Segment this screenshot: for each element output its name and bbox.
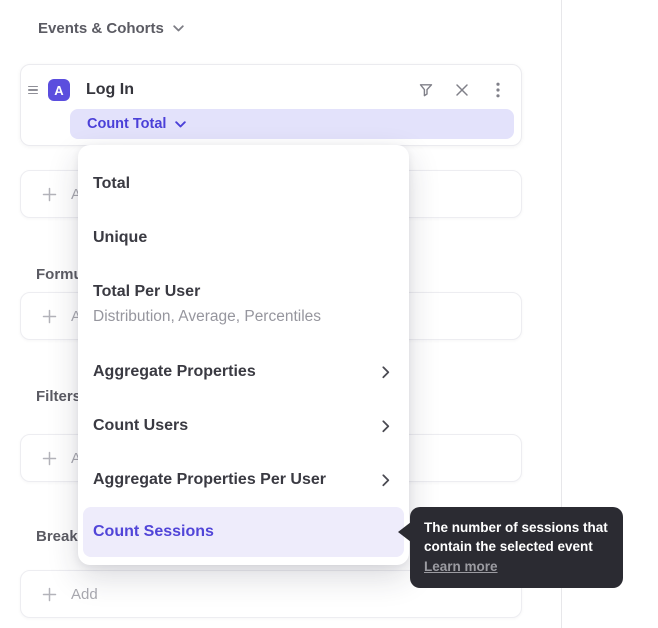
chevron-right-icon	[382, 366, 390, 379]
drag-handle-icon[interactable]	[28, 86, 42, 95]
events-cohorts-title: Events & Cohorts	[38, 20, 164, 37]
menu-item-aggregate-properties-per-user[interactable]: Aggregate Properties Per User	[83, 453, 404, 507]
menu-item-label: Count Users	[93, 417, 188, 435]
filter-icon[interactable]	[417, 81, 435, 99]
chevron-right-icon	[382, 420, 390, 433]
menu-item-total-per-user[interactable]: Total Per User Distribution, Average, Pe…	[83, 265, 404, 345]
plus-icon	[42, 451, 57, 466]
query-builder-panel: Events & Cohorts A Log In Count	[0, 0, 658, 628]
menu-item-count-sessions[interactable]: Count Sessions	[83, 507, 404, 557]
menu-item-total[interactable]: Total	[83, 157, 404, 211]
filters-section-label: Filters	[36, 388, 81, 405]
more-options-icon[interactable]	[489, 81, 507, 99]
chevron-down-icon	[173, 25, 184, 32]
menu-item-label: Total	[93, 175, 130, 193]
remove-event-icon[interactable]	[453, 81, 471, 99]
menu-item-label: Total Per User	[93, 280, 390, 304]
event-name[interactable]: Log In	[86, 81, 417, 99]
chevron-down-icon	[175, 121, 186, 128]
learn-more-link[interactable]: Learn more	[424, 557, 498, 576]
measurement-label: Count Total	[87, 116, 166, 132]
menu-item-label: Unique	[93, 229, 147, 247]
event-letter-badge: A	[48, 79, 70, 101]
add-label: Add	[71, 586, 98, 603]
plus-icon	[42, 587, 57, 602]
measurement-dropdown-menu: Total Unique Total Per User Distribution…	[78, 145, 409, 565]
menu-item-aggregate-properties[interactable]: Aggregate Properties	[83, 345, 404, 399]
chevron-right-icon	[382, 474, 390, 487]
tooltip-arrow	[398, 522, 411, 542]
event-card-row: A Log In	[21, 65, 521, 111]
menu-item-sublabel: Distribution, Average, Percentiles	[93, 304, 390, 330]
event-card: A Log In Count Total	[20, 64, 522, 146]
menu-item-label: Aggregate Properties	[93, 363, 256, 381]
events-cohorts-header[interactable]: Events & Cohorts	[38, 20, 184, 37]
measurement-dropdown-button[interactable]: Count Total	[70, 109, 514, 139]
menu-item-label: Aggregate Properties Per User	[93, 471, 326, 489]
menu-item-count-users[interactable]: Count Users	[83, 399, 404, 453]
tooltip-text: The number of sessions that contain the …	[424, 520, 608, 554]
plus-icon	[42, 187, 57, 202]
menu-item-unique[interactable]: Unique	[83, 211, 404, 265]
plus-icon	[42, 309, 57, 324]
count-sessions-tooltip: The number of sessions that contain the …	[410, 507, 623, 588]
menu-item-label: Count Sessions	[93, 523, 214, 541]
